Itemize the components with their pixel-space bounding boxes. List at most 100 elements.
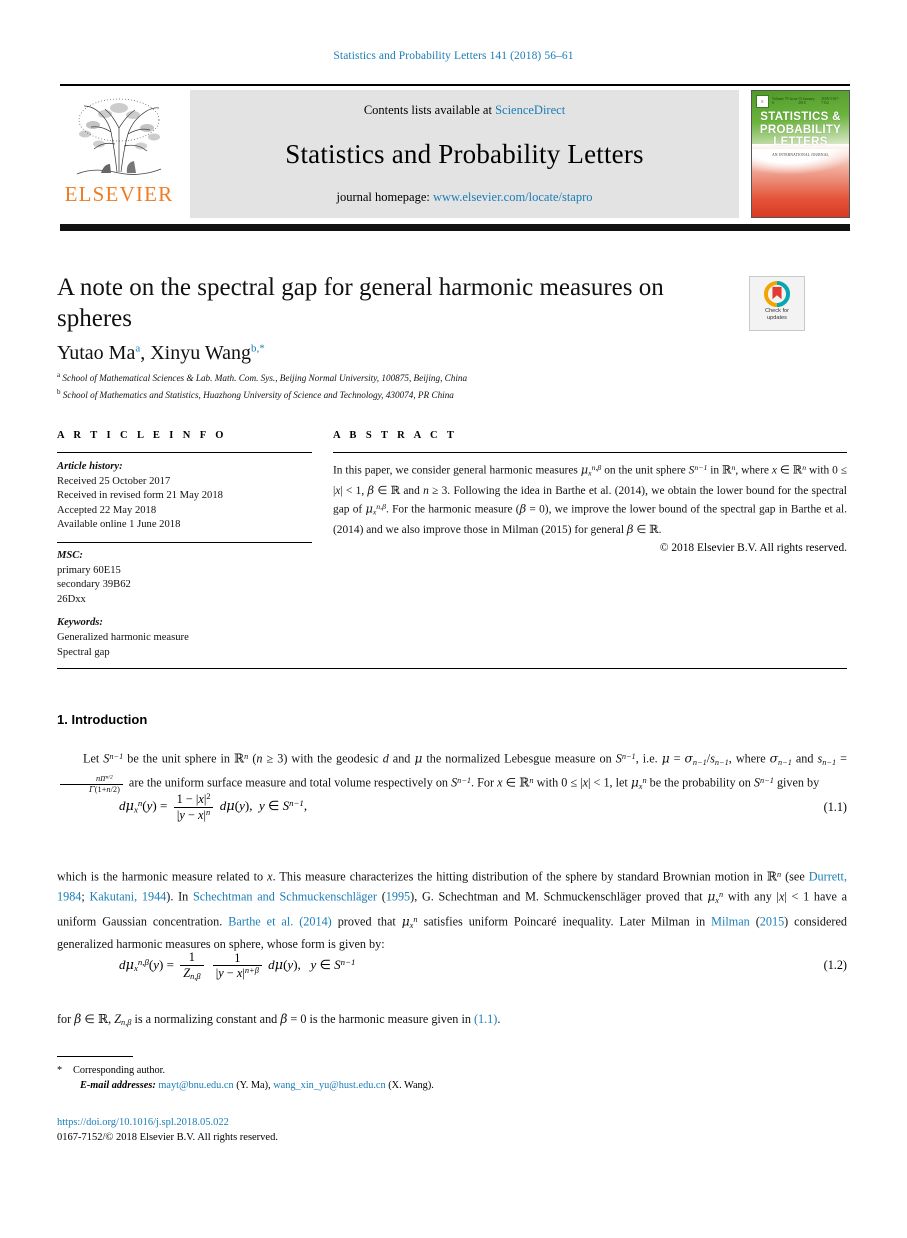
cover-title-line3: LETTERS [773, 136, 828, 148]
equation-1-1: dμxn(y) = 1 − |x|2 |y − x|n dμ(y), y ∈ Sn… [57, 792, 847, 822]
article-history: Article history: Received 25 October 201… [57, 460, 312, 533]
journal-band: Contents lists available at ScienceDirec… [190, 90, 739, 218]
cover-title-line2: PROBABILITY [759, 123, 842, 136]
footnote-block: * Corresponding author. E-mail addresses:… [57, 1063, 657, 1093]
citation-schechtman-schmuckenschlager[interactable]: Schechtman and Schmuckenschläger [193, 890, 377, 904]
crossmark-line1: Check for [765, 308, 789, 314]
citation-milman[interactable]: Milman [711, 914, 750, 928]
abstract-bottom-rule [57, 668, 847, 669]
citation-durrett-1984[interactable]: Durrett, 1984 [57, 870, 847, 904]
crossmark-label: Check for updates [765, 308, 789, 322]
citation-schechtman-year[interactable]: 1995 [386, 890, 410, 904]
keywords-label: Keywords: [57, 617, 103, 629]
email-label: E-mail addresses: [80, 1080, 156, 1091]
page-title: A note on the spectral gap for general h… [57, 274, 664, 332]
abstract-text: In this paper, we consider general harmo… [333, 462, 848, 537]
abstract-copyright: © 2018 Elsevier B.V. All rights reserved… [659, 541, 847, 554]
issn-copyright-line: 0167-7152/© 2018 Elsevier B.V. All right… [57, 1131, 278, 1143]
contents-line: Contents lists available at ScienceDirec… [364, 103, 565, 118]
crossmark-line2: updates [767, 315, 787, 321]
equation-reference-1-1[interactable]: (1.1) [474, 1012, 497, 1026]
email-link-wang[interactable]: wang_xin_yu@hust.edu.cn [273, 1080, 385, 1091]
affiliation-a: a School of Mathematical Sciences & Lab.… [57, 369, 757, 386]
corresponding-author-note: * Corresponding author. [57, 1063, 657, 1078]
keyword-item: Generalized harmonic measure [57, 631, 189, 643]
email-owner-ma: (Y. Ma) [236, 1080, 269, 1091]
crossmark-icon [764, 281, 790, 307]
equation-1-2: dμxn,β(y) = 1 Zn,β 1 |y − x|n+β dμ(y), y ∈… [57, 950, 847, 982]
msc-block: MSC: primary 60E15 secondary 39B62 26Dxx [57, 549, 312, 607]
contents-prefix: Contents lists available at [363, 103, 496, 117]
email-owner-wang: (X. Wang) [388, 1080, 432, 1091]
elsevier-logo: ELSEVIER [60, 90, 178, 218]
affiliation-a-mark: a [57, 371, 61, 379]
keyword-item: Spectral gap [57, 646, 110, 658]
msc-item: secondary 39B62 [57, 579, 131, 591]
homepage-line: journal homepage: www.elsevier.com/locat… [336, 190, 592, 205]
homepage-prefix: journal homepage: [336, 190, 433, 204]
equation-1-2-number: (1.2) [823, 958, 847, 973]
history-item: Accepted 22 May 2018 [57, 504, 157, 516]
corresponding-author-text: Corresponding author. [73, 1065, 166, 1076]
intro-paragraph-2: which is the harmonic measure related to… [57, 869, 847, 952]
journal-masthead: ELSEVIER Contents lists available at Sci… [60, 84, 850, 218]
elsevier-wordmark: ELSEVIER [64, 182, 174, 206]
affiliation-b: b School of Mathematics and Statistics, … [57, 386, 757, 403]
running-head: Statistics and Probability Letters 141 (… [333, 50, 574, 62]
cover-date: 15 January 2018 [798, 97, 815, 105]
author-1-name: Xinyu Wang [150, 342, 252, 364]
elsevier-tree-icon [76, 98, 162, 175]
history-item: Received 25 October 2017 [57, 475, 171, 487]
cover-volume: Volume 79 Issue 6 [772, 97, 798, 105]
abstract-heading: A B S T R A C T [333, 430, 458, 441]
affiliation-list: a School of Mathematical Sciences & Lab.… [57, 369, 757, 402]
affiliation-b-text: School of Mathematics and Statistics, Hu… [62, 389, 454, 400]
doi-block: https://doi.org/10.1016/j.spl.2018.05.02… [57, 1116, 657, 1145]
abstract-rule [333, 452, 847, 453]
section-heading-introduction: 1. Introduction [57, 712, 148, 727]
journal-title: Statistics and Probability Letters [285, 138, 644, 169]
keywords-block: Keywords: Generalized harmonic measure S… [57, 616, 312, 660]
footnote-rule [57, 1056, 133, 1057]
doi-link[interactable]: https://doi.org/10.1016/j.spl.2018.05.02… [57, 1117, 229, 1128]
msc-label: MSC: [57, 549, 83, 561]
history-item: Received in revised form 21 May 2018 [57, 490, 223, 502]
abstract-column: A B S T R A C T In this paper, we consid… [333, 430, 847, 554]
equation-1-1-number: (1.1) [823, 799, 847, 814]
cover-header: E Volume 79 Issue 6 15 January 2018 ISSN… [756, 94, 845, 108]
article-info-column: A R T I C L E I N F O Article history: R… [57, 430, 312, 660]
affiliation-b-mark: b [57, 387, 61, 396]
email-note: E-mail addresses: mayt@bnu.edu.cn (Y. Ma… [80, 1080, 434, 1091]
author-0-marks: a [135, 342, 141, 355]
citation-kakutani-1944[interactable]: Kakutani, 1944 [89, 890, 166, 904]
journal-homepage-link[interactable]: www.elsevier.com/locate/stapro [433, 190, 593, 204]
journal-cover-image: E Volume 79 Issue 6 15 January 2018 ISSN… [751, 90, 850, 218]
email-link-ma[interactable]: mayt@bnu.edu.cn [158, 1080, 233, 1091]
intro-paragraph-3: for β ∈ ℝ, Zn,β is a normalizing constan… [57, 1012, 501, 1028]
paper-page: Statistics and Probability Letters 141 (… [0, 0, 907, 1238]
asterisk-icon: * [57, 1065, 63, 1076]
cover-issn: ISSN 0167-7152 [821, 97, 840, 105]
crossmark-badge[interactable]: Check for updates [749, 276, 805, 331]
equation-1-1-body: dμxn(y) = 1 − |x|2 |y − x|n dμ(y), y ∈ Sn… [119, 792, 308, 822]
cover-title-line1: STATISTICS & [760, 111, 841, 123]
masthead-bottom-rule [60, 224, 850, 231]
affiliation-a-text: School of Mathematical Sciences & Lab. M… [62, 373, 468, 384]
cover-elsevier-icon: E [756, 94, 769, 108]
msc-item: primary 60E15 [57, 564, 121, 576]
cover-subtitle: AN INTERNATIONAL JOURNAL [772, 153, 829, 157]
msc-item: 26Dxx [57, 593, 86, 605]
sciencedirect-link[interactable]: ScienceDirect [495, 103, 565, 117]
article-history-label: Article history: [57, 461, 123, 472]
citation-milman-year[interactable]: 2015 [760, 914, 784, 928]
equation-1-2-body: dμxn,β(y) = 1 Zn,β 1 |y − x|n+β dμ(y), y ∈… [119, 950, 356, 981]
article-info-rule-2 [57, 541, 312, 543]
cover-title: STATISTICS & PROBABILITY LETTERS [752, 111, 849, 149]
intro-paragraph-1: Let Sn−1 be the unit sphere in ℝn (n ≥ 3… [57, 748, 847, 797]
citation-barthe-et-al[interactable]: Barthe et al. (2014) [228, 914, 332, 928]
article-info-rule [57, 452, 312, 453]
cover-meta: Volume 79 Issue 6 15 January 2018 ISSN 0… [772, 97, 845, 105]
author-list: Yutao Maa, Xinyu Wangb,* [57, 342, 265, 364]
history-item: Available online 1 June 2018 [57, 519, 181, 531]
